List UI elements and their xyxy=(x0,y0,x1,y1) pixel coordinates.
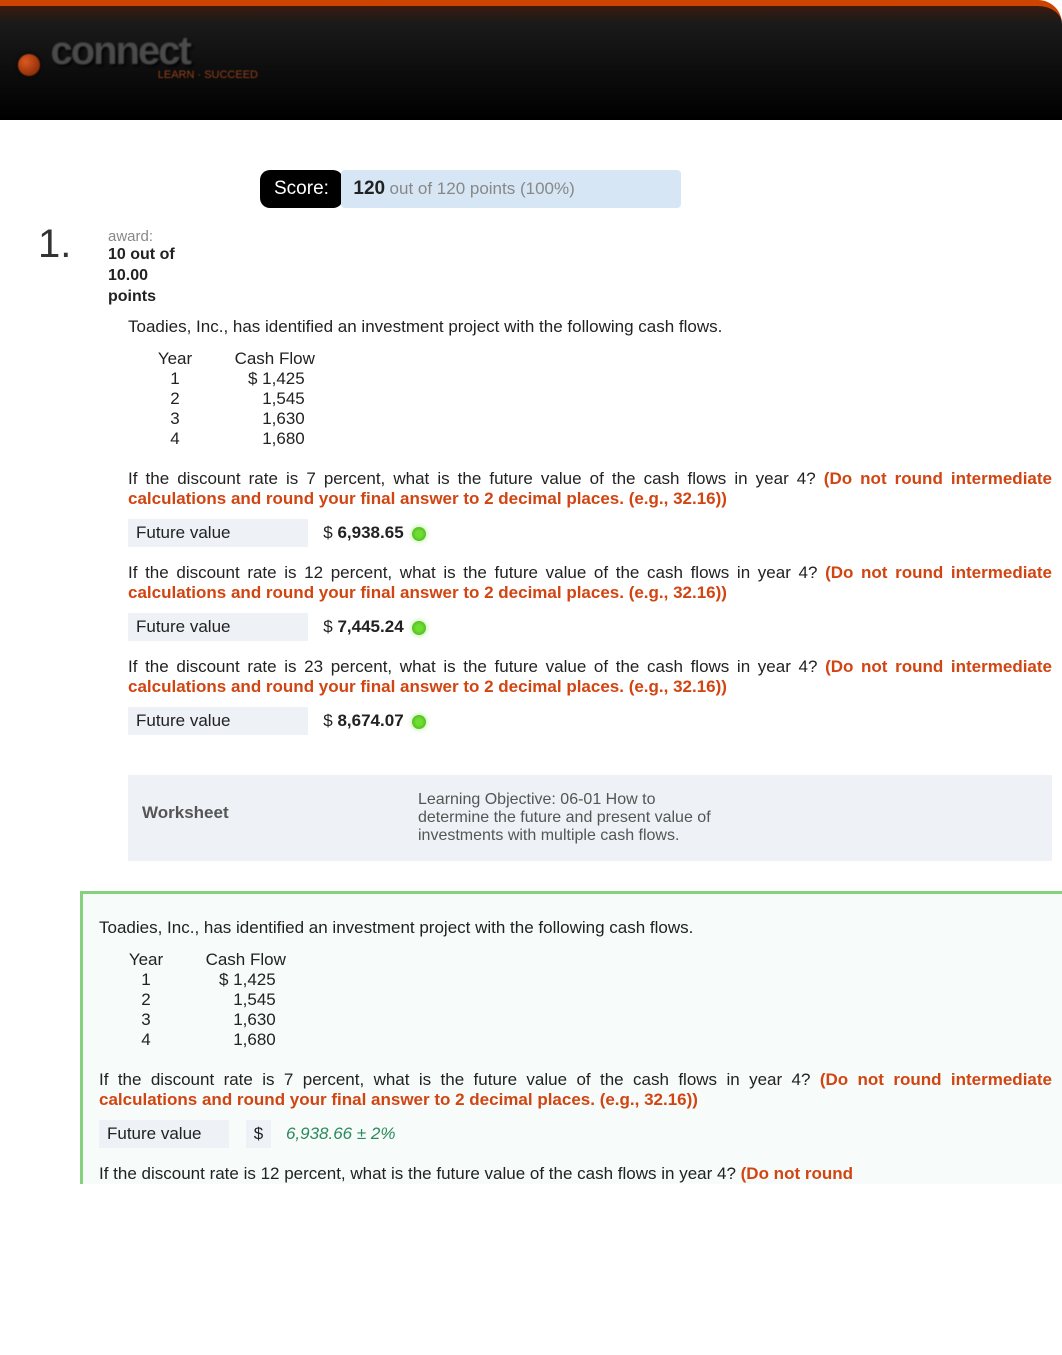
meta-box: Worksheet Learning Objective: 06-01 How … xyxy=(128,775,1052,861)
table-header-year: Year xyxy=(140,349,210,369)
table-row: 3 1,630 xyxy=(111,1010,1052,1030)
answer-row-3: Future value $ 8,674.07 xyxy=(128,707,1052,735)
logo-text: connect xyxy=(50,29,189,73)
answer-value: 8,674.07 xyxy=(337,711,403,730)
answer-label: Future value xyxy=(128,707,308,735)
award-points-line2: 10.00 xyxy=(108,266,1062,287)
solution-answer-value: 6,938.66 ± 2% xyxy=(286,1124,396,1143)
table-row: 4 1,680 xyxy=(140,429,1052,449)
prompt-2: If the discount rate is 12 percent, what… xyxy=(128,563,1052,603)
table-header-cashflow: Cash Flow xyxy=(215,349,335,369)
solution-answer-row-1: Future value $ 6,938.66 ± 2% xyxy=(99,1120,1052,1148)
instruction-text: (Do not round xyxy=(741,1164,853,1183)
cashflow-table: Year Cash Flow 1 $ 1,425 2 1,545 3 1,630… xyxy=(140,349,1052,449)
currency-symbol: $ xyxy=(246,1120,271,1148)
app-header: connect LEARN · SUCCEED xyxy=(0,0,1062,120)
answer-row-1: Future value $ 6,938.65 xyxy=(128,519,1052,547)
solution-block: Toadies, Inc., has identified an investm… xyxy=(80,891,1062,1184)
logo-subtext: LEARN · SUCCEED xyxy=(18,69,278,81)
prompt-1: If the discount rate is 7 percent, what … xyxy=(128,469,1052,509)
award-label: award: xyxy=(108,228,1062,245)
answer-value: 6,938.65 xyxy=(337,523,403,542)
score-value: 120 xyxy=(353,178,385,199)
answer-label: Future value xyxy=(128,519,308,547)
question-number: 1. xyxy=(38,222,71,267)
correct-icon xyxy=(412,527,426,541)
score-value-box: 120 out of 120 points (100%) xyxy=(341,170,681,208)
logo: connect LEARN · SUCCEED xyxy=(18,34,278,114)
table-header-year: Year xyxy=(111,950,181,970)
table-row: 3 1,630 xyxy=(140,409,1052,429)
table-row: 1 $ 1,425 xyxy=(111,970,1052,990)
correct-icon xyxy=(412,621,426,635)
question-block: 1. award: 10 out of 10.00 points Toadies… xyxy=(0,228,1062,861)
answer-label: Future value xyxy=(99,1120,229,1148)
worksheet-link[interactable]: Worksheet xyxy=(128,785,408,851)
solution-intro: Toadies, Inc., has identified an investm… xyxy=(99,918,1052,938)
award-box: award: 10 out of 10.00 points xyxy=(108,228,1062,307)
currency-symbol: $ xyxy=(313,711,333,731)
correct-icon xyxy=(412,715,426,729)
prompt-3: If the discount rate is 23 percent, what… xyxy=(128,657,1052,697)
table-row: 2 1,545 xyxy=(140,389,1052,409)
answer-value: 7,445.24 xyxy=(337,617,403,636)
solution-prompt-1: If the discount rate is 7 percent, what … xyxy=(99,1070,1052,1110)
table-header-cashflow: Cash Flow xyxy=(186,950,306,970)
solution-prompt-2: If the discount rate is 12 percent, what… xyxy=(99,1164,1052,1184)
answer-row-2: Future value $ 7,445.24 xyxy=(128,613,1052,641)
score-rest: out of 120 points (100%) xyxy=(390,179,575,198)
table-row: 4 1,680 xyxy=(111,1030,1052,1050)
award-points-line3: points xyxy=(108,287,1062,308)
solution-cashflow-table: Year Cash Flow 1 $ 1,425 2 1,545 3 1,630… xyxy=(111,950,1052,1050)
score-row: Score: 120 out of 120 points (100%) xyxy=(0,170,1062,208)
table-row: 2 1,545 xyxy=(111,990,1052,1010)
answer-label: Future value xyxy=(128,613,308,641)
table-row: 1 $ 1,425 xyxy=(140,369,1052,389)
currency-symbol: $ xyxy=(313,617,333,637)
currency-symbol: $ xyxy=(313,523,333,543)
question-intro: Toadies, Inc., has identified an investm… xyxy=(128,317,1052,337)
score-label: Score: xyxy=(260,170,343,208)
award-points-line1: 10 out of xyxy=(108,245,1062,266)
learning-objective: Learning Objective: 06-01 How to determi… xyxy=(408,785,728,851)
